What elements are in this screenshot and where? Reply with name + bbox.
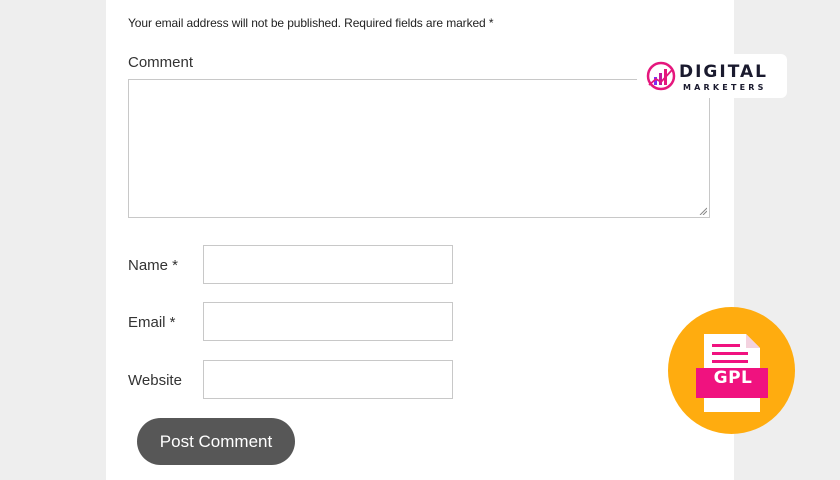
gpl-label: GPL [713, 368, 753, 388]
name-input[interactable] [203, 245, 453, 284]
comment-textarea[interactable] [128, 79, 710, 218]
website-input[interactable] [203, 360, 453, 399]
digital-marketers-logo: DIGITAL MARKETERS [637, 54, 787, 98]
form-notice: Your email address will not be published… [128, 16, 494, 30]
comment-label: Comment [128, 54, 194, 71]
logo-wordmark-top: DIGITAL [679, 62, 768, 82]
logo-wordmark-bottom: MARKETERS [683, 83, 767, 92]
post-comment-button[interactable]: Post Comment [137, 418, 295, 465]
website-label: Website [128, 372, 182, 389]
bar-chart-logo-icon [646, 61, 676, 91]
name-label: Name * [128, 257, 179, 274]
gpl-badge: GPL [668, 307, 795, 434]
email-label: Email * [128, 314, 176, 331]
email-input[interactable] [203, 302, 453, 341]
resize-grip-icon[interactable] [699, 207, 707, 215]
